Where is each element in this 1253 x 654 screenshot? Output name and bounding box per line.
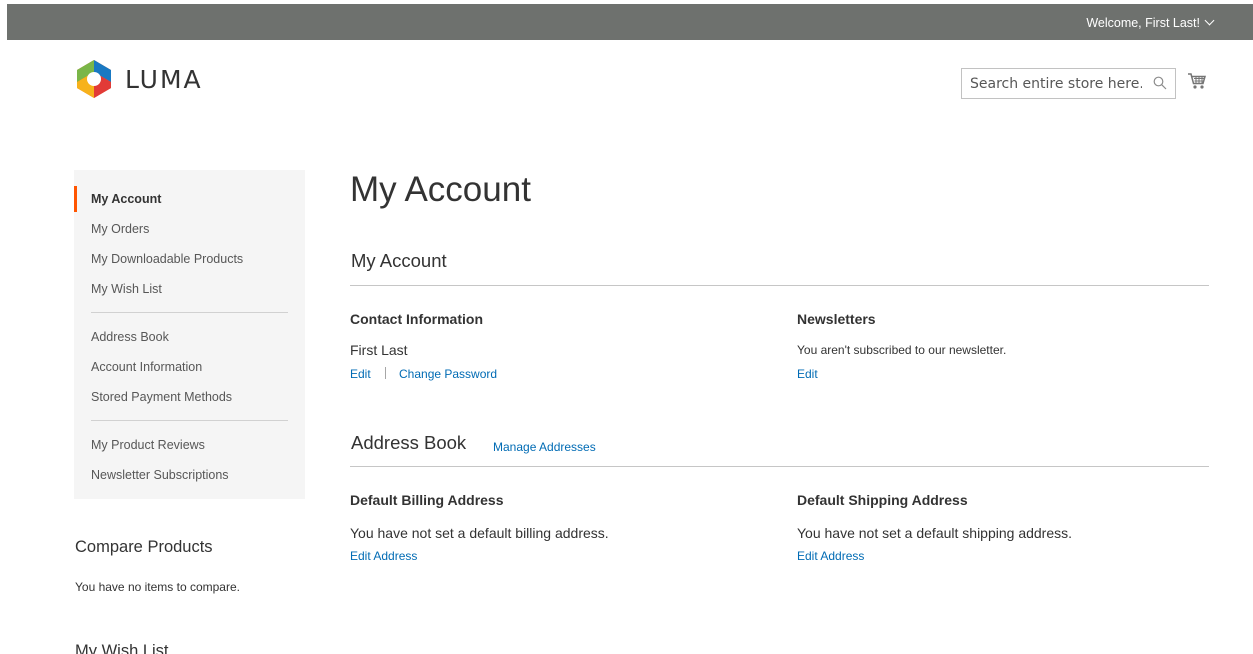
- minicart-button[interactable]: [1187, 72, 1207, 95]
- welcome-text: Welcome, First Last!: [1086, 16, 1200, 30]
- billing-address-title: Default Billing Address: [350, 492, 504, 508]
- change-password-link[interactable]: Change Password: [399, 367, 497, 381]
- nav-item-wish-list[interactable]: My Wish List: [74, 274, 305, 304]
- account-info-section-title: My Account: [351, 250, 447, 271]
- address-book-section-title: Address Book: [351, 432, 467, 453]
- compare-products-empty-text: You have no items to compare.: [75, 580, 240, 594]
- contact-info-title: Contact Information: [350, 311, 483, 327]
- edit-shipping-address-link[interactable]: Edit Address: [797, 549, 864, 563]
- nav-item-my-orders[interactable]: My Orders: [74, 214, 305, 244]
- manage-addresses-link[interactable]: Manage Addresses: [493, 440, 596, 454]
- nav-divider: [91, 420, 288, 421]
- wishlist-block-title: My Wish List: [75, 642, 169, 654]
- logo-text: LUMA: [125, 64, 203, 94]
- chevron-down-icon: [1204, 15, 1215, 26]
- section-divider: [350, 466, 1209, 467]
- nav-item-my-account[interactable]: My Account: [74, 184, 305, 214]
- edit-contact-link[interactable]: Edit: [350, 367, 371, 381]
- nav-item-downloadable-products[interactable]: My Downloadable Products: [74, 244, 305, 274]
- newsletters-title: Newsletters: [797, 311, 876, 327]
- top-bar: Welcome, First Last!: [7, 4, 1253, 40]
- edit-newsletter-link[interactable]: Edit: [797, 367, 818, 381]
- billing-address-text: You have not set a default billing addre…: [350, 525, 609, 541]
- newsletter-status-text: You aren't subscribed to our newsletter.: [797, 343, 1007, 357]
- nav-item-address-book[interactable]: Address Book: [74, 322, 305, 352]
- logo[interactable]: LUMA: [75, 58, 203, 100]
- nav-item-newsletter-subscriptions[interactable]: Newsletter Subscriptions: [74, 460, 305, 490]
- nav-item-product-reviews[interactable]: My Product Reviews: [74, 430, 305, 460]
- nav-item-stored-payment-methods[interactable]: Stored Payment Methods: [74, 382, 305, 412]
- search-box: [961, 68, 1176, 99]
- cart-icon: [1188, 73, 1206, 89]
- account-nav: My Account My Orders My Downloadable Pro…: [74, 170, 305, 499]
- compare-products-title: Compare Products: [75, 538, 213, 556]
- edit-billing-address-link[interactable]: Edit Address: [350, 549, 417, 563]
- shipping-address-text: You have not set a default shipping addr…: [797, 525, 1073, 541]
- contact-name: First Last: [350, 342, 408, 358]
- nav-divider: [91, 312, 288, 313]
- section-divider: [350, 285, 1209, 286]
- search-icon[interactable]: [1153, 76, 1167, 95]
- page-title: My Account: [350, 170, 531, 209]
- nav-item-account-information[interactable]: Account Information: [74, 352, 305, 382]
- luma-logo-icon: [77, 60, 111, 98]
- link-separator: [385, 367, 386, 379]
- search-input[interactable]: [962, 69, 1142, 98]
- customer-menu-toggle[interactable]: Welcome, First Last!: [1086, 15, 1215, 30]
- shipping-address-title: Default Shipping Address: [797, 492, 968, 508]
